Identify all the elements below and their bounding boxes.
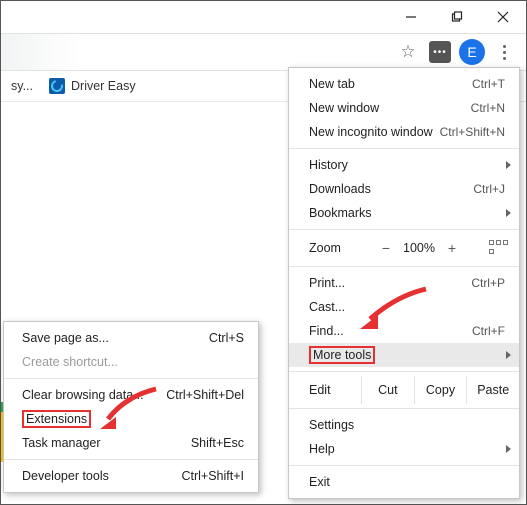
menu-print[interactable]: Print... Ctrl+P [289, 271, 519, 295]
menu-zoom-row: Zoom − 100% + [289, 234, 519, 262]
submenu-label: Create shortcut... [22, 355, 118, 369]
zoom-value: 100% [399, 241, 439, 255]
menu-separator [4, 378, 258, 379]
submenu-label: Task manager [22, 436, 101, 450]
submenu-shortcut: Shift+Esc [191, 436, 244, 450]
edit-label: Edit [309, 383, 361, 397]
chrome-menu-button[interactable] [490, 38, 518, 66]
profile-avatar-button[interactable]: E [458, 38, 486, 66]
menu-label: New incognito window [309, 125, 433, 139]
bookmark-item[interactable]: sy... [3, 79, 41, 93]
submenu-clear-data[interactable]: Clear browsing data... Ctrl+Shift+Del [4, 383, 258, 407]
bookmark-item[interactable]: Driver Easy [41, 78, 144, 94]
submenu-task-manager[interactable]: Task manager Shift+Esc [4, 431, 258, 455]
menu-separator [289, 371, 519, 372]
menu-more-tools[interactable]: More tools [289, 343, 519, 367]
menu-new-tab[interactable]: New tab Ctrl+T [289, 72, 519, 96]
window-titlebar [1, 1, 526, 33]
menu-find[interactable]: Find... Ctrl+F [289, 319, 519, 343]
menu-shortcut: Ctrl+P [471, 276, 505, 290]
close-button[interactable] [480, 1, 526, 33]
submenu-extensions[interactable]: Extensions [4, 407, 258, 431]
menu-exit[interactable]: Exit [289, 470, 519, 494]
chrome-main-menu: New tab Ctrl+T New window Ctrl+N New inc… [288, 67, 520, 499]
bookmark-label: sy... [11, 79, 33, 93]
menu-incognito[interactable]: New incognito window Ctrl+Shift+N [289, 120, 519, 144]
menu-label: Bookmarks [309, 206, 372, 220]
extension-icon: ••• [429, 41, 451, 63]
menu-shortcut: Ctrl+T [472, 77, 505, 91]
menu-separator [289, 465, 519, 466]
menu-shortcut: Ctrl+Shift+N [440, 125, 505, 139]
more-tools-submenu: Save page as... Ctrl+S Create shortcut..… [3, 321, 259, 493]
menu-shortcut: Ctrl+N [471, 101, 505, 115]
menu-help[interactable]: Help [289, 437, 519, 461]
extension-button[interactable]: ••• [426, 38, 454, 66]
menu-label: History [309, 158, 348, 172]
menu-separator [289, 148, 519, 149]
favicon-icon [49, 78, 65, 94]
menu-shortcut: Ctrl+J [473, 182, 505, 196]
menu-cast[interactable]: Cast... [289, 295, 519, 319]
menu-label: Find... [309, 324, 344, 338]
cut-button[interactable]: Cut [361, 376, 414, 404]
minimize-button[interactable] [388, 1, 434, 33]
browser-toolbar: ☆ ••• E [1, 33, 526, 71]
submenu-shortcut: Ctrl+S [209, 331, 244, 345]
zoom-label: Zoom [309, 241, 373, 255]
menu-label: Settings [309, 418, 354, 432]
menu-separator [289, 229, 519, 230]
submenu-developer-tools[interactable]: Developer tools Ctrl+Shift+I [4, 464, 258, 488]
menu-settings[interactable]: Settings [289, 413, 519, 437]
maximize-button[interactable] [434, 1, 480, 33]
fullscreen-button[interactable] [489, 240, 509, 256]
menu-label: Downloads [309, 182, 371, 196]
menu-history[interactable]: History [289, 153, 519, 177]
copy-button[interactable]: Copy [414, 376, 467, 404]
menu-bookmarks[interactable]: Bookmarks [289, 201, 519, 225]
paste-button[interactable]: Paste [466, 376, 519, 404]
menu-new-window[interactable]: New window Ctrl+N [289, 96, 519, 120]
menu-edit-row: Edit Cut Copy Paste [289, 376, 519, 404]
toolbar-background [1, 34, 392, 70]
zoom-in-button[interactable]: + [439, 240, 465, 256]
submenu-shortcut: Ctrl+Shift+I [181, 469, 244, 483]
submenu-shortcut: Ctrl+Shift+Del [166, 388, 244, 402]
menu-separator [289, 408, 519, 409]
submenu-label: Clear browsing data... [22, 388, 144, 402]
bookmark-star-button[interactable]: ☆ [394, 38, 422, 66]
submenu-label: Save page as... [22, 331, 109, 345]
submenu-label: Developer tools [22, 469, 109, 483]
menu-shortcut: Ctrl+F [472, 324, 505, 338]
avatar-icon: E [459, 39, 485, 65]
menu-label: Help [309, 442, 335, 456]
menu-label: Cast... [309, 300, 345, 314]
menu-label: New window [309, 101, 379, 115]
submenu-label: Extensions [22, 410, 91, 428]
menu-label: More tools [309, 346, 375, 364]
menu-label: Print... [309, 276, 345, 290]
menu-separator [289, 266, 519, 267]
bookmark-label: Driver Easy [71, 79, 136, 93]
star-icon: ☆ [400, 42, 415, 62]
submenu-create-shortcut: Create shortcut... [4, 350, 258, 374]
menu-downloads[interactable]: Downloads Ctrl+J [289, 177, 519, 201]
menu-label: New tab [309, 77, 355, 91]
zoom-out-button[interactable]: − [373, 240, 399, 256]
menu-separator [4, 459, 258, 460]
submenu-save-page[interactable]: Save page as... Ctrl+S [4, 326, 258, 350]
menu-label: Exit [309, 475, 330, 489]
